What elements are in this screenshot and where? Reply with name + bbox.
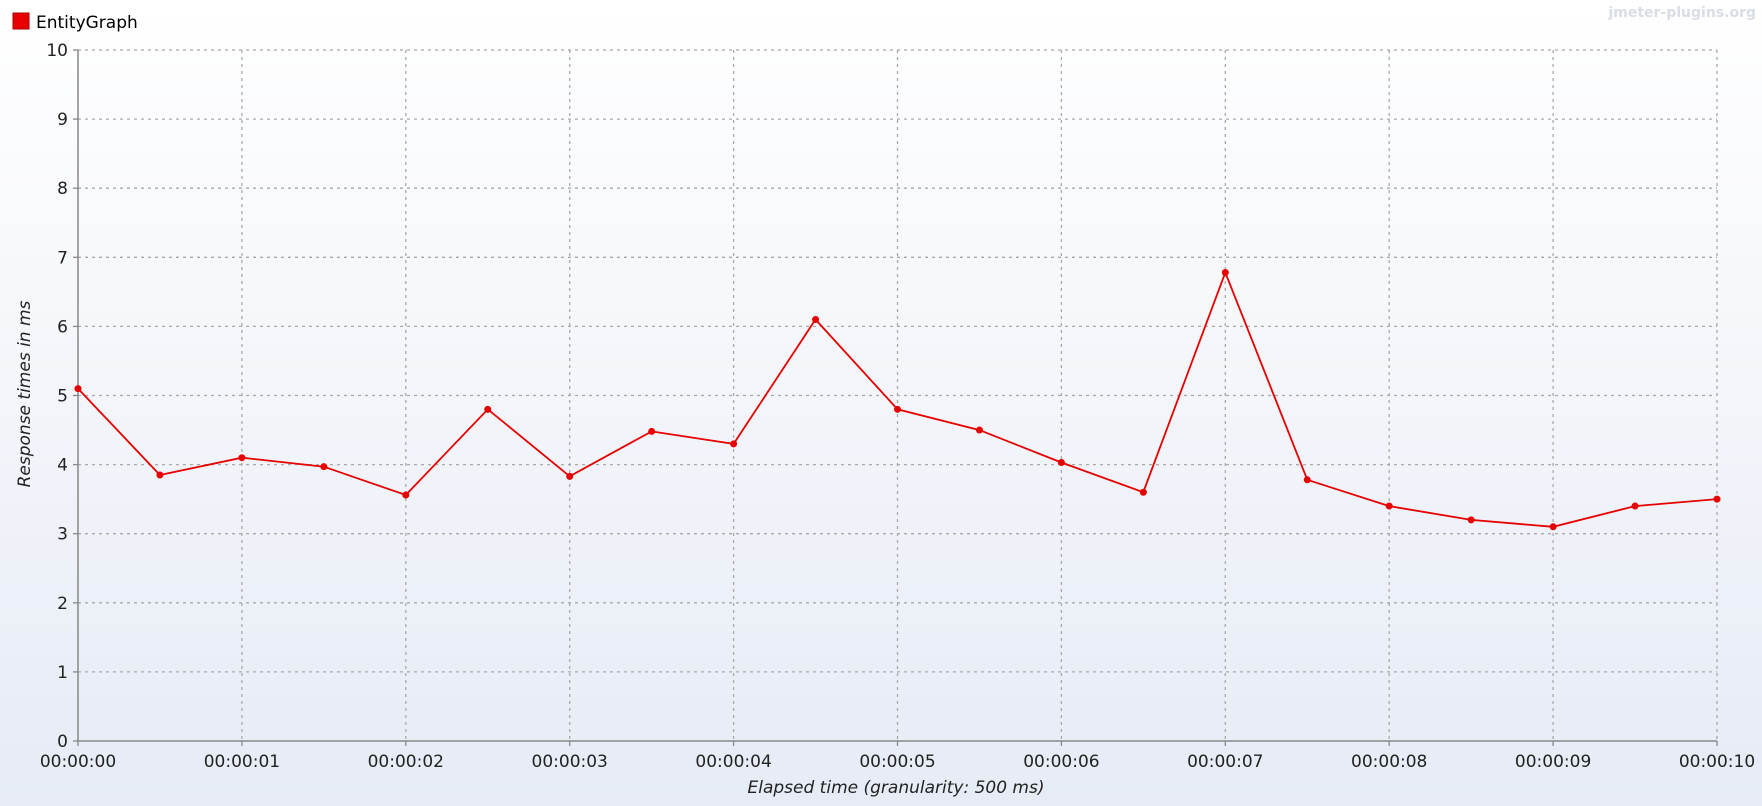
x-tick-label: 00:00:05 [859,752,935,772]
x-tick-label: 00:00:01 [204,752,280,772]
y-tick-label: 7 [57,248,68,268]
data-point [74,385,82,393]
data-point [484,405,492,413]
data-point [1221,269,1229,277]
data-point [648,427,656,435]
y-tick-label: 10 [46,41,68,61]
data-point [1385,502,1393,510]
x-tick-label: 00:00:00 [40,752,116,772]
response-time-chart: EntityGraph jmeter-plugins.org 0 1 2 3 4 5 6 7 8… [12,5,1756,798]
y-tick-label: 8 [57,179,68,199]
data-point [1467,516,1475,524]
legend: EntityGraph [12,12,138,33]
x-tick-label: 00:00:07 [1187,752,1263,772]
x-tick-label: 00:00:02 [368,752,444,772]
data-point [1139,488,1147,496]
x-tick-label: 00:00:03 [532,752,608,772]
data-point [1303,476,1311,484]
y-tick-label: 0 [57,732,68,752]
data-point [894,405,901,413]
y-tick-labels: 0 1 2 3 4 5 6 7 8 9 10 [46,41,68,752]
data-point [812,315,820,323]
data-point [1549,523,1557,531]
x-tick-label: 00:00:09 [1515,752,1591,772]
data-point [1713,495,1721,503]
y-tick-label: 5 [57,387,68,407]
y-tick-label: 6 [57,317,68,337]
x-tick-label: 00:00:08 [1351,752,1427,772]
legend-swatch-entitygraph [12,12,30,30]
y-tick-label: 9 [57,110,68,130]
data-point [1631,502,1639,510]
y-tick-label: 1 [57,663,68,683]
data-point [156,471,164,479]
data-point [320,463,328,471]
grid [78,49,1718,741]
data-point [975,426,983,434]
x-tick-label: 00:00:04 [695,752,771,772]
y-tick-label: 3 [57,525,68,545]
data-point [730,440,738,448]
legend-label-entitygraph: EntityGraph [36,13,138,33]
axes [73,49,1718,746]
y-tick-label: 4 [57,456,68,476]
data-point [566,472,574,480]
y-axis-title: Response times in ms [15,300,35,487]
data-point [402,491,410,499]
x-axis-title: Elapsed time (granularity: 500 ms) [748,778,1045,798]
y-tick-label: 2 [57,594,68,614]
data-point [1057,459,1065,467]
x-tick-labels: 00:00:00 00:00:01 00:00:02 00:00:03 00:00:04… [40,752,1755,772]
watermark: jmeter-plugins.org [1607,5,1756,21]
data-point [238,454,246,462]
x-tick-label: 00:00:06 [1023,752,1099,772]
x-tick-label: 00:00:10 [1679,752,1755,772]
